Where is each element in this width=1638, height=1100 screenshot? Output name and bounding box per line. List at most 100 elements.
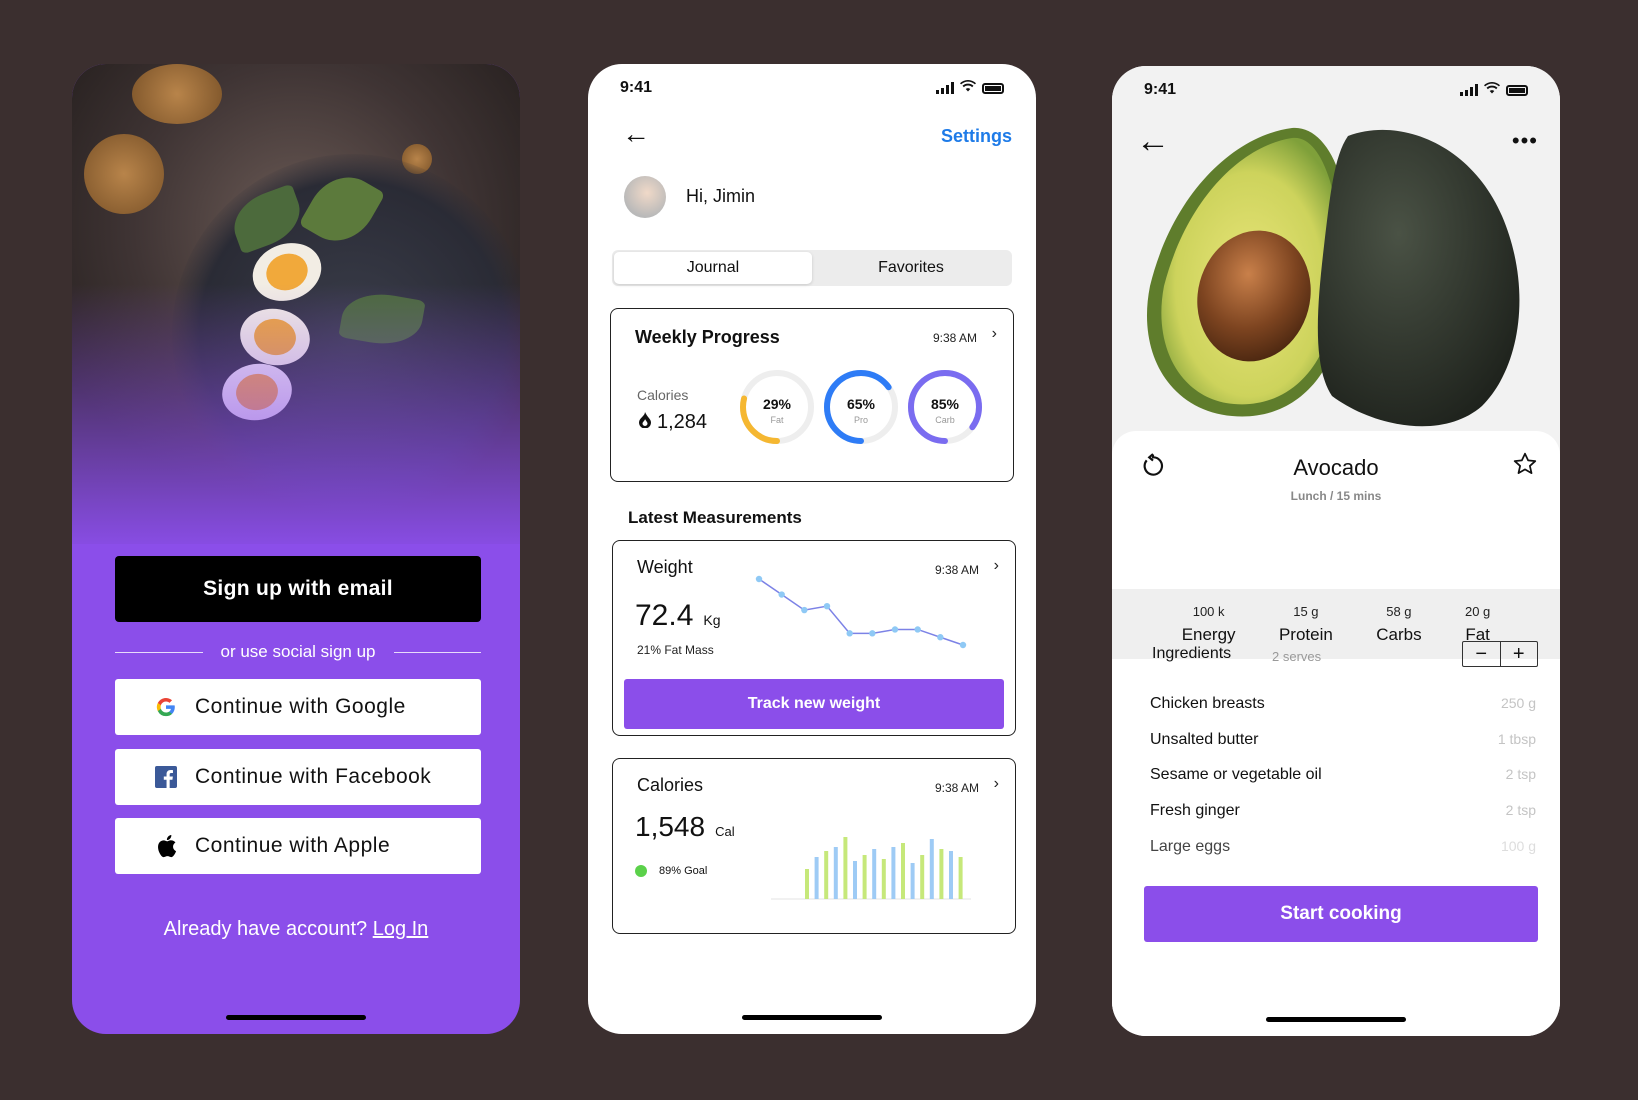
increase-button[interactable]: + bbox=[1501, 642, 1538, 666]
weight-title: Weight bbox=[637, 557, 693, 577]
chevron-right-icon[interactable]: › bbox=[992, 325, 997, 343]
calories-label: Calories bbox=[637, 387, 689, 403]
calories-bar bbox=[910, 863, 915, 899]
weekly-time: 9:38 AM bbox=[932, 331, 977, 345]
ring-label: Carb bbox=[935, 415, 955, 425]
weight-point bbox=[755, 575, 763, 583]
calories-bar bbox=[833, 847, 838, 899]
chevron-right-icon[interactable]: › bbox=[994, 775, 999, 793]
latest-measurements-title: Latest Measurements bbox=[628, 508, 802, 527]
ingredient-row: Fresh ginger 2 tsp bbox=[1150, 802, 1536, 819]
weight-point bbox=[801, 606, 808, 614]
weight-value: 72.4 bbox=[635, 599, 694, 632]
macro-ring-pro: 65% Pro bbox=[824, 370, 898, 444]
wifi-icon bbox=[960, 79, 976, 97]
social-divider: or use social sign up bbox=[115, 640, 482, 664]
dashboard-screen: 9:41 ← Settings Hi, Jimin Journal Favori… bbox=[588, 64, 1036, 1034]
tab-bar: Journal Favorites bbox=[612, 250, 1012, 286]
status-time: 9:41 bbox=[1144, 81, 1177, 98]
signal-icon bbox=[1460, 84, 1478, 96]
tab-journal[interactable]: Journal bbox=[614, 252, 812, 284]
ingredient-row: Chicken breasts 250 g bbox=[1150, 695, 1536, 712]
calories-bar bbox=[814, 857, 819, 899]
calories-card-value: 1,548 bbox=[635, 811, 706, 842]
recipe-screen: 9:41 ← ••• Avocado Lunch / 15 mins 100 k… bbox=[1112, 66, 1560, 1036]
ring-label: Pro bbox=[854, 415, 868, 425]
google-button[interactable]: Continue with Google bbox=[115, 679, 481, 735]
home-indicator bbox=[1266, 1017, 1406, 1022]
signup-email-button[interactable]: Sign up with email bbox=[115, 556, 481, 622]
calories-bar bbox=[958, 857, 963, 899]
ring-percent: 65% bbox=[847, 396, 876, 412]
weight-point bbox=[891, 626, 899, 633]
greeting: Hi, Jimin bbox=[686, 186, 756, 206]
calories-bar bbox=[824, 851, 829, 899]
weight-series-line bbox=[758, 578, 964, 646]
calories-unit: Cal bbox=[715, 824, 735, 839]
settings-link[interactable]: Settings bbox=[941, 126, 1012, 147]
facebook-button[interactable]: Continue with Facebook bbox=[115, 749, 481, 805]
serves-stepper: − + bbox=[1462, 641, 1538, 667]
calories-bar bbox=[843, 837, 848, 899]
login-link[interactable]: Log In bbox=[373, 918, 429, 940]
weight-point bbox=[823, 602, 831, 610]
calories-bar bbox=[862, 855, 867, 899]
calories-bar bbox=[939, 849, 944, 899]
macro-ring-fat: 29% Fat bbox=[740, 370, 814, 444]
weight-point bbox=[778, 591, 785, 598]
weight-point bbox=[869, 630, 876, 637]
apple-button[interactable]: Continue with Apple bbox=[115, 818, 481, 874]
recipe-subtitle: Lunch / 15 mins bbox=[1290, 489, 1382, 503]
status-bar: 9:41 bbox=[620, 76, 1004, 100]
calories-card-title: Calories bbox=[637, 775, 704, 795]
weekly-progress-title: Weekly Progress bbox=[635, 327, 780, 347]
battery-icon bbox=[982, 82, 1004, 94]
home-indicator bbox=[742, 1015, 882, 1020]
more-menu-icon[interactable]: ••• bbox=[1512, 128, 1538, 154]
chevron-right-icon[interactable]: › bbox=[994, 557, 999, 575]
ring-percent: 29% bbox=[763, 396, 792, 412]
track-weight-button[interactable]: Track new weight bbox=[624, 679, 1004, 729]
macro-rings: 29% Fat 65% Pro 85% Carb bbox=[740, 370, 982, 444]
recipe-sheet: Avocado Lunch / 15 mins 100 k Energy 15 g… bbox=[1112, 431, 1560, 1036]
ring-label: Fat bbox=[770, 415, 784, 425]
ring-percent: 85% bbox=[931, 396, 960, 412]
calories-bar-chart bbox=[771, 837, 971, 900]
tab-favorites[interactable]: Favorites bbox=[812, 252, 1010, 284]
decrease-button[interactable]: − bbox=[1463, 642, 1501, 666]
weight-unit: Kg bbox=[703, 612, 721, 628]
status-time: 9:41 bbox=[620, 79, 653, 96]
calories-bar bbox=[929, 839, 934, 899]
wifi-icon bbox=[1484, 81, 1500, 99]
avocado-image bbox=[1112, 66, 1560, 461]
weight-point bbox=[846, 630, 853, 637]
calories-bar bbox=[949, 851, 953, 899]
status-bar: 9:41 bbox=[1144, 78, 1528, 102]
macro-ring-carb: 85% Carb bbox=[908, 370, 982, 444]
goal-dot-icon bbox=[635, 865, 647, 877]
weight-card[interactable]: Weight 9:38 AM › 72.4 Kg 21% Fat Mass Tr… bbox=[612, 540, 1016, 736]
calories-bar bbox=[891, 847, 896, 899]
calories-bar bbox=[872, 849, 877, 899]
serves-label: 2 serves bbox=[1272, 649, 1322, 664]
calories-bar bbox=[881, 859, 886, 899]
weight-point bbox=[914, 626, 921, 633]
start-cooking-button[interactable]: Start cooking bbox=[1144, 886, 1538, 942]
calories-bar bbox=[920, 855, 925, 899]
calories-card[interactable]: Calories 9:38 AM › 1,548 Cal 89% Goal bbox=[612, 758, 1016, 934]
calories-bar bbox=[805, 869, 809, 899]
facebook-icon bbox=[153, 764, 179, 790]
ingredient-row: Sesame or vegetable oil 2 tsp bbox=[1150, 766, 1536, 783]
avatar[interactable] bbox=[624, 176, 666, 218]
back-arrow-icon[interactable]: ← bbox=[622, 118, 650, 150]
google-icon bbox=[153, 694, 179, 720]
flame-icon bbox=[639, 412, 651, 433]
login-prompt: Already have account? Log In bbox=[163, 918, 429, 940]
apple-icon bbox=[153, 833, 179, 859]
weekly-progress-card[interactable]: Weekly Progress 9:38 AM › Calories 1,284… bbox=[610, 308, 1014, 482]
ingredient-row: Large eggs 100 g bbox=[1150, 838, 1536, 855]
calories-value: 1,284 bbox=[657, 411, 708, 433]
back-arrow-icon[interactable]: ← bbox=[1136, 122, 1170, 161]
home-indicator bbox=[226, 1015, 366, 1020]
star-icon[interactable] bbox=[1512, 451, 1538, 482]
